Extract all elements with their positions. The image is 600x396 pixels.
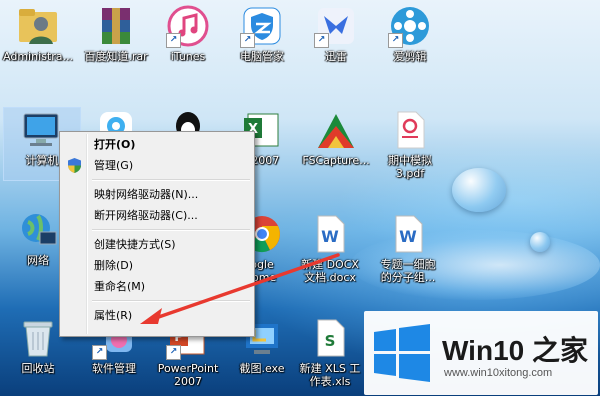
- watermark-brand: Win10 之家: [442, 335, 588, 366]
- watermark-url: www.win10xitong.com: [444, 367, 553, 379]
- windows-logo-icon: [374, 324, 430, 382]
- win10-watermark: Win10 之家 www.win10xitong.com: [364, 311, 598, 395]
